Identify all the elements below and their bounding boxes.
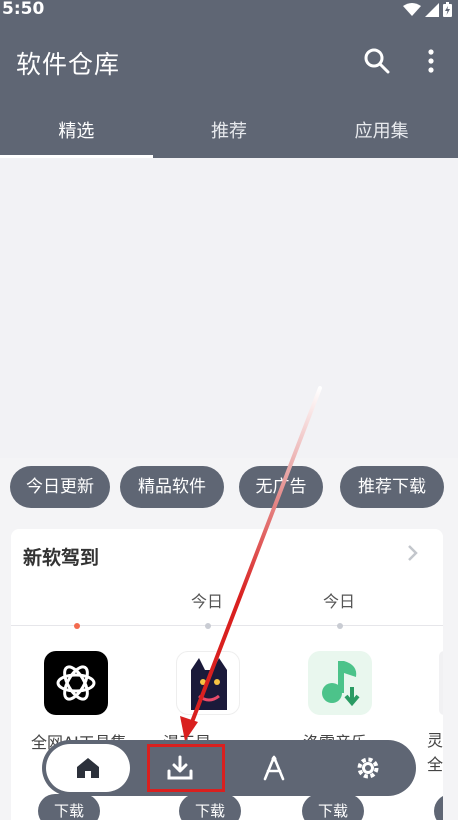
section-more-button[interactable] (403, 541, 423, 565)
battery-icon (443, 2, 452, 17)
chip-recommended-downloads[interactable]: 推荐下载 (340, 466, 444, 508)
compass-icon (263, 755, 285, 781)
tab-collections[interactable]: 应用集 (305, 108, 458, 158)
wifi-icon (403, 2, 421, 16)
page-title: 软件仓库 (16, 50, 121, 79)
tab-featured[interactable]: 精选 (0, 108, 153, 158)
more-vertical-icon (428, 49, 434, 73)
highlight-box (147, 744, 225, 792)
tab-bar: 精选 推荐 应用集 (0, 108, 458, 158)
status-icons (403, 2, 452, 17)
tab-recommended[interactable]: 推荐 (153, 108, 306, 158)
section-title: 新软驾到 (23, 547, 100, 569)
timeline-dot (205, 623, 211, 629)
nav-apps[interactable] (234, 740, 314, 796)
nav-home[interactable] (46, 744, 130, 792)
chip-today-updates[interactable]: 今日更新 (10, 466, 110, 508)
status-time: 5:50 (2, 0, 45, 19)
music-download-icon[interactable] (308, 651, 372, 715)
chip-no-ads[interactable]: 无广告 (239, 466, 323, 508)
download-button[interactable]: 下载 (179, 794, 241, 820)
signal-icon (425, 2, 439, 17)
search-button[interactable] (362, 46, 392, 76)
gear-icon (357, 757, 379, 779)
cat-mascot-icon[interactable] (176, 651, 240, 715)
openai-logo-icon[interactable] (44, 651, 108, 715)
chevron-right-icon (408, 545, 418, 561)
screen: 5:50 软件仓库 精选 推荐 应用集 今日更新 精品软件 无广告 推荐下载 新… (0, 0, 458, 820)
download-button[interactable]: 下载 (302, 794, 364, 820)
download-button[interactable] (434, 794, 443, 820)
category-chips: 今日更新 精品软件 无广告 推荐下载 (10, 466, 458, 508)
download-button[interactable]: 下载 (38, 794, 100, 820)
header: 5:50 软件仓库 精选 推荐 应用集 (0, 0, 458, 158)
more-options-button[interactable] (420, 46, 442, 76)
nav-settings[interactable] (328, 740, 408, 796)
partial-app-icon[interactable] (439, 651, 443, 715)
home-icon (77, 758, 99, 778)
search-icon (364, 48, 390, 74)
chip-premium-software[interactable]: 精品软件 (120, 466, 224, 508)
banner-area (0, 158, 458, 458)
timeline-dot-current (74, 623, 80, 629)
timeline-dot (337, 623, 343, 629)
app-name: 灵全 (427, 731, 443, 774)
day-label: 今日 (323, 592, 356, 611)
bottom-navigation (42, 740, 416, 796)
day-label: 今日 (191, 592, 224, 611)
status-bar: 5:50 (0, 0, 458, 22)
